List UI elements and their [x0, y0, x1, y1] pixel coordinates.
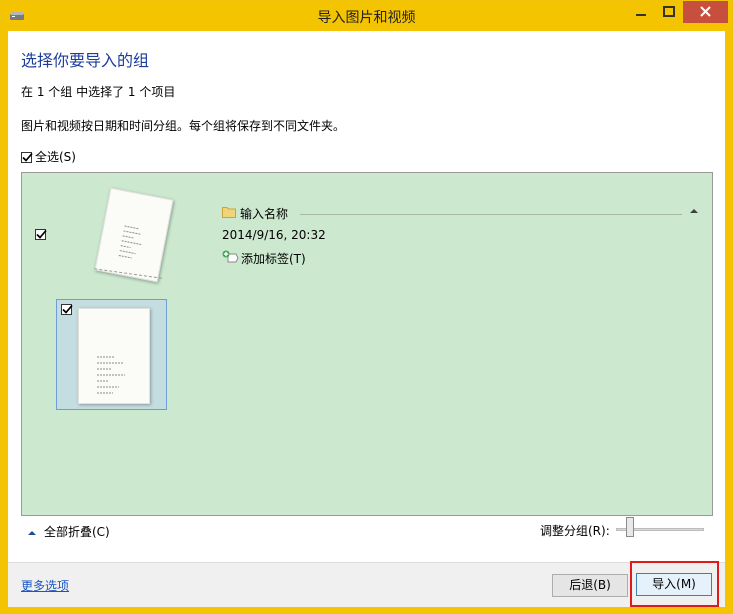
- group-panel: 输入名称 2014/9/16, 20:32 添加标签(T): [21, 172, 713, 516]
- back-button[interactable]: 后退(B): [552, 574, 628, 597]
- import-button-highlight: [630, 561, 719, 607]
- select-all-label: 全选(S): [35, 150, 76, 164]
- add-tag-label: 添加标签(T): [241, 252, 306, 266]
- group-name-field[interactable]: 输入名称: [240, 205, 288, 222]
- add-tag-icon: [222, 250, 239, 263]
- collapse-group-icon[interactable]: [690, 208, 698, 214]
- group-item[interactable]: [56, 299, 167, 410]
- page-heading: 选择你要导入的组: [21, 51, 150, 70]
- folder-icon: [222, 207, 236, 218]
- adjust-groups-slider-thumb[interactable]: [625, 517, 634, 537]
- maximize-button[interactable]: [655, 1, 683, 23]
- collapse-all-label: 全部折叠(C): [44, 525, 110, 539]
- more-options-link[interactable]: 更多选项: [21, 577, 69, 594]
- document-preview-icon: [118, 225, 142, 259]
- window-title: 导入图片和视频: [317, 10, 416, 26]
- group-date-time: 2014/9/16, 20:32: [222, 228, 326, 242]
- group-checkbox[interactable]: [35, 229, 47, 240]
- group-check-icon: [36, 229, 47, 239]
- select-all-check-icon: [21, 152, 33, 163]
- document-preview-icon: [97, 356, 125, 394]
- item-check-icon: [62, 304, 73, 314]
- collapse-all-icon: [28, 531, 36, 535]
- minimize-button[interactable]: [627, 1, 655, 23]
- import-window: 导入图片和视频 选择你要导入的组 在 1 个组 中选择了 1 个项目 图片和视频…: [0, 0, 733, 614]
- minimize-icon: [636, 14, 646, 16]
- item-thumbnail: [78, 308, 150, 404]
- adjust-groups-label: 调整分组(R):: [540, 524, 610, 538]
- grouping-description: 图片和视频按日期和时间分组。每个组将保存到不同文件夹。: [21, 119, 346, 133]
- group-stack-thumbnail[interactable]: [94, 187, 174, 283]
- close-icon: [700, 6, 711, 17]
- dialog-footer: 更多选项 后退(B) 导入(M): [8, 561, 725, 607]
- item-checkbox[interactable]: [61, 304, 73, 315]
- group-header-separator: [300, 214, 682, 215]
- selection-summary: 在 1 个组 中选择了 1 个项目: [21, 85, 176, 99]
- maximize-icon: [663, 6, 675, 17]
- dialog-content: 选择你要导入的组 在 1 个组 中选择了 1 个项目 图片和视频按日期和时间分组…: [8, 31, 725, 607]
- title-bar[interactable]: 导入图片和视频: [1, 1, 732, 31]
- select-all-checkbox[interactable]: 全选(S): [21, 148, 76, 165]
- close-button[interactable]: [683, 1, 728, 23]
- collapse-all-button[interactable]: 全部折叠(C): [28, 523, 110, 540]
